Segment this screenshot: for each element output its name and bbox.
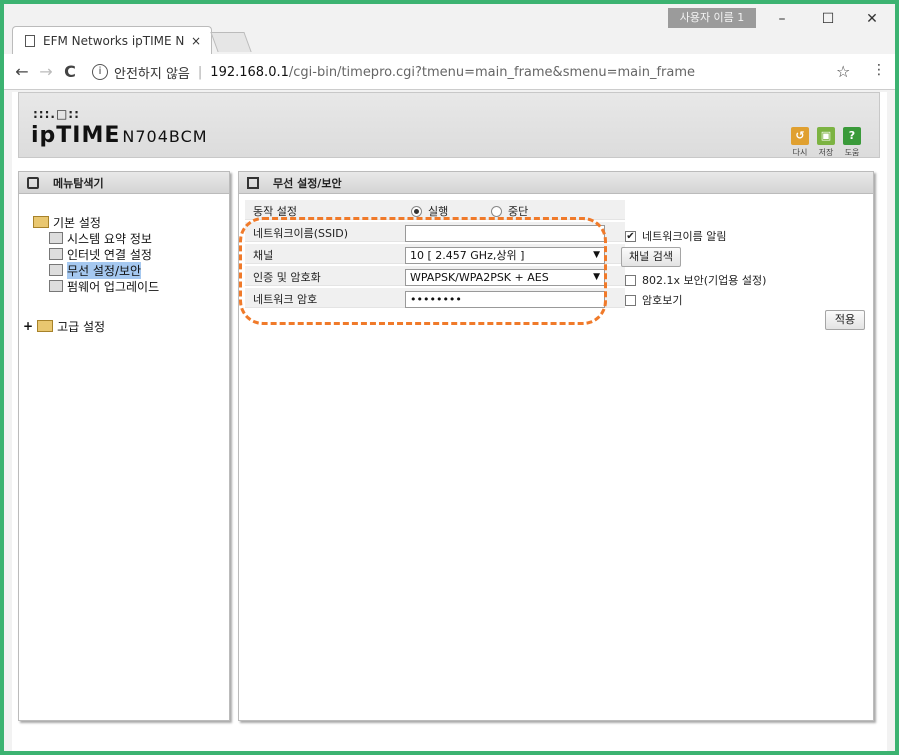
- wireless-settings-panel: 무선 설정/보안 동작 설정 실행 중단 네트워크이름(SSID) 채널 10 …: [238, 171, 874, 721]
- search-icon: [27, 176, 39, 189]
- save-label: 저장: [818, 148, 834, 157]
- address-bar[interactable]: i 안전하지 않음 | 192.168.0.1/cgi-bin/timepro.…: [92, 59, 862, 85]
- wifi-icon: [49, 264, 63, 276]
- help-label: 도움: [844, 148, 860, 157]
- forward-icon[interactable]: →: [34, 62, 58, 81]
- upgrade-icon: [49, 280, 63, 292]
- page-icon: [25, 34, 35, 47]
- menu-explorer: 메뉴탐색기 기본 설정 시스템 요약 정보 인터넷 연결 설정 무선 설정/보안…: [18, 171, 230, 721]
- router-logo: ipTIME N704BCM: [31, 123, 208, 148]
- new-tab-button[interactable]: [210, 32, 252, 52]
- tab-close-icon[interactable]: ×: [191, 34, 201, 48]
- save-icon[interactable]: ▣: [817, 127, 835, 145]
- apply-button[interactable]: 적용: [825, 310, 865, 330]
- tree-item-system-summary[interactable]: 시스템 요약 정보: [49, 230, 152, 246]
- tree-item-firmware[interactable]: 펌웨어 업그레이드: [49, 278, 159, 294]
- back-icon[interactable]: ←: [10, 62, 34, 81]
- separator: |: [197, 64, 203, 80]
- highlight-annotation: [239, 217, 607, 325]
- profile-button[interactable]: 사용자 이름 1: [668, 8, 756, 28]
- ssid-broadcast-checkbox[interactable]: ✔ 네트워크이름 알림: [625, 228, 726, 244]
- window-icon: [247, 176, 259, 189]
- tree-advanced-settings[interactable]: + 고급 설정: [23, 318, 105, 334]
- help-icon[interactable]: ?: [843, 127, 861, 145]
- reset-icon[interactable]: ↺: [791, 127, 809, 145]
- 8021x-checkbox[interactable]: 802.1x 보안(기업용 설정): [625, 272, 766, 288]
- router-header: :::.□:: ipTIME N704BCM ↺ 다시 ▣ 저장 ? 도움: [18, 92, 880, 158]
- bookmark-star-icon[interactable]: ☆: [836, 62, 850, 81]
- reset-label: 다시: [792, 148, 808, 157]
- title-bar: EFM Networks ipTIME N × 사용자 이름 1 – ☐ ✕: [4, 4, 895, 54]
- tree-item-wireless[interactable]: 무선 설정/보안: [49, 261, 142, 279]
- minimize-icon[interactable]: –: [762, 8, 802, 30]
- channel-scan-button[interactable]: 채널 검색: [621, 247, 681, 267]
- page-content: :::.□:: ipTIME N704BCM ↺ 다시 ▣ 저장 ? 도움 메뉴탐…: [12, 92, 887, 751]
- tree-basic-settings[interactable]: 기본 설정: [33, 214, 101, 230]
- chart-icon: [49, 232, 63, 244]
- browser-menu-icon[interactable]: ⋮: [872, 62, 886, 78]
- panel-header: 무선 설정/보안: [239, 172, 873, 194]
- close-window-icon[interactable]: ✕: [852, 8, 892, 30]
- tree-item-internet[interactable]: 인터넷 연결 설정: [49, 246, 152, 262]
- info-icon[interactable]: i: [92, 64, 108, 80]
- menu-explorer-header: 메뉴탐색기: [19, 172, 229, 194]
- url-host: 192.168.0.1: [210, 64, 289, 80]
- reload-icon[interactable]: C: [58, 62, 82, 81]
- tab-title: EFM Networks ipTIME N: [43, 33, 185, 48]
- folder-icon: [33, 216, 49, 228]
- folder-icon: [37, 320, 54, 332]
- monitor-icon: [49, 248, 63, 260]
- browser-tab[interactable]: EFM Networks ipTIME N ×: [12, 26, 212, 54]
- menu-explorer-title: 메뉴탐색기: [53, 176, 104, 190]
- show-password-checkbox[interactable]: 암호보기: [625, 292, 682, 308]
- url-path: /cgi-bin/timepro.cgi?tmenu=main_frame&sm…: [288, 64, 696, 80]
- expand-icon[interactable]: +: [23, 319, 33, 333]
- browser-window: EFM Networks ipTIME N × 사용자 이름 1 – ☐ ✕ ←…: [4, 4, 895, 751]
- logo-mark: :::.□::: [33, 107, 80, 121]
- panel-title: 무선 설정/보안: [273, 176, 342, 190]
- security-text: 안전하지 않음: [114, 66, 190, 82]
- maximize-icon[interactable]: ☐: [808, 8, 848, 30]
- browser-toolbar: ← → C i 안전하지 않음 | 192.168.0.1/cgi-bin/ti…: [4, 54, 895, 90]
